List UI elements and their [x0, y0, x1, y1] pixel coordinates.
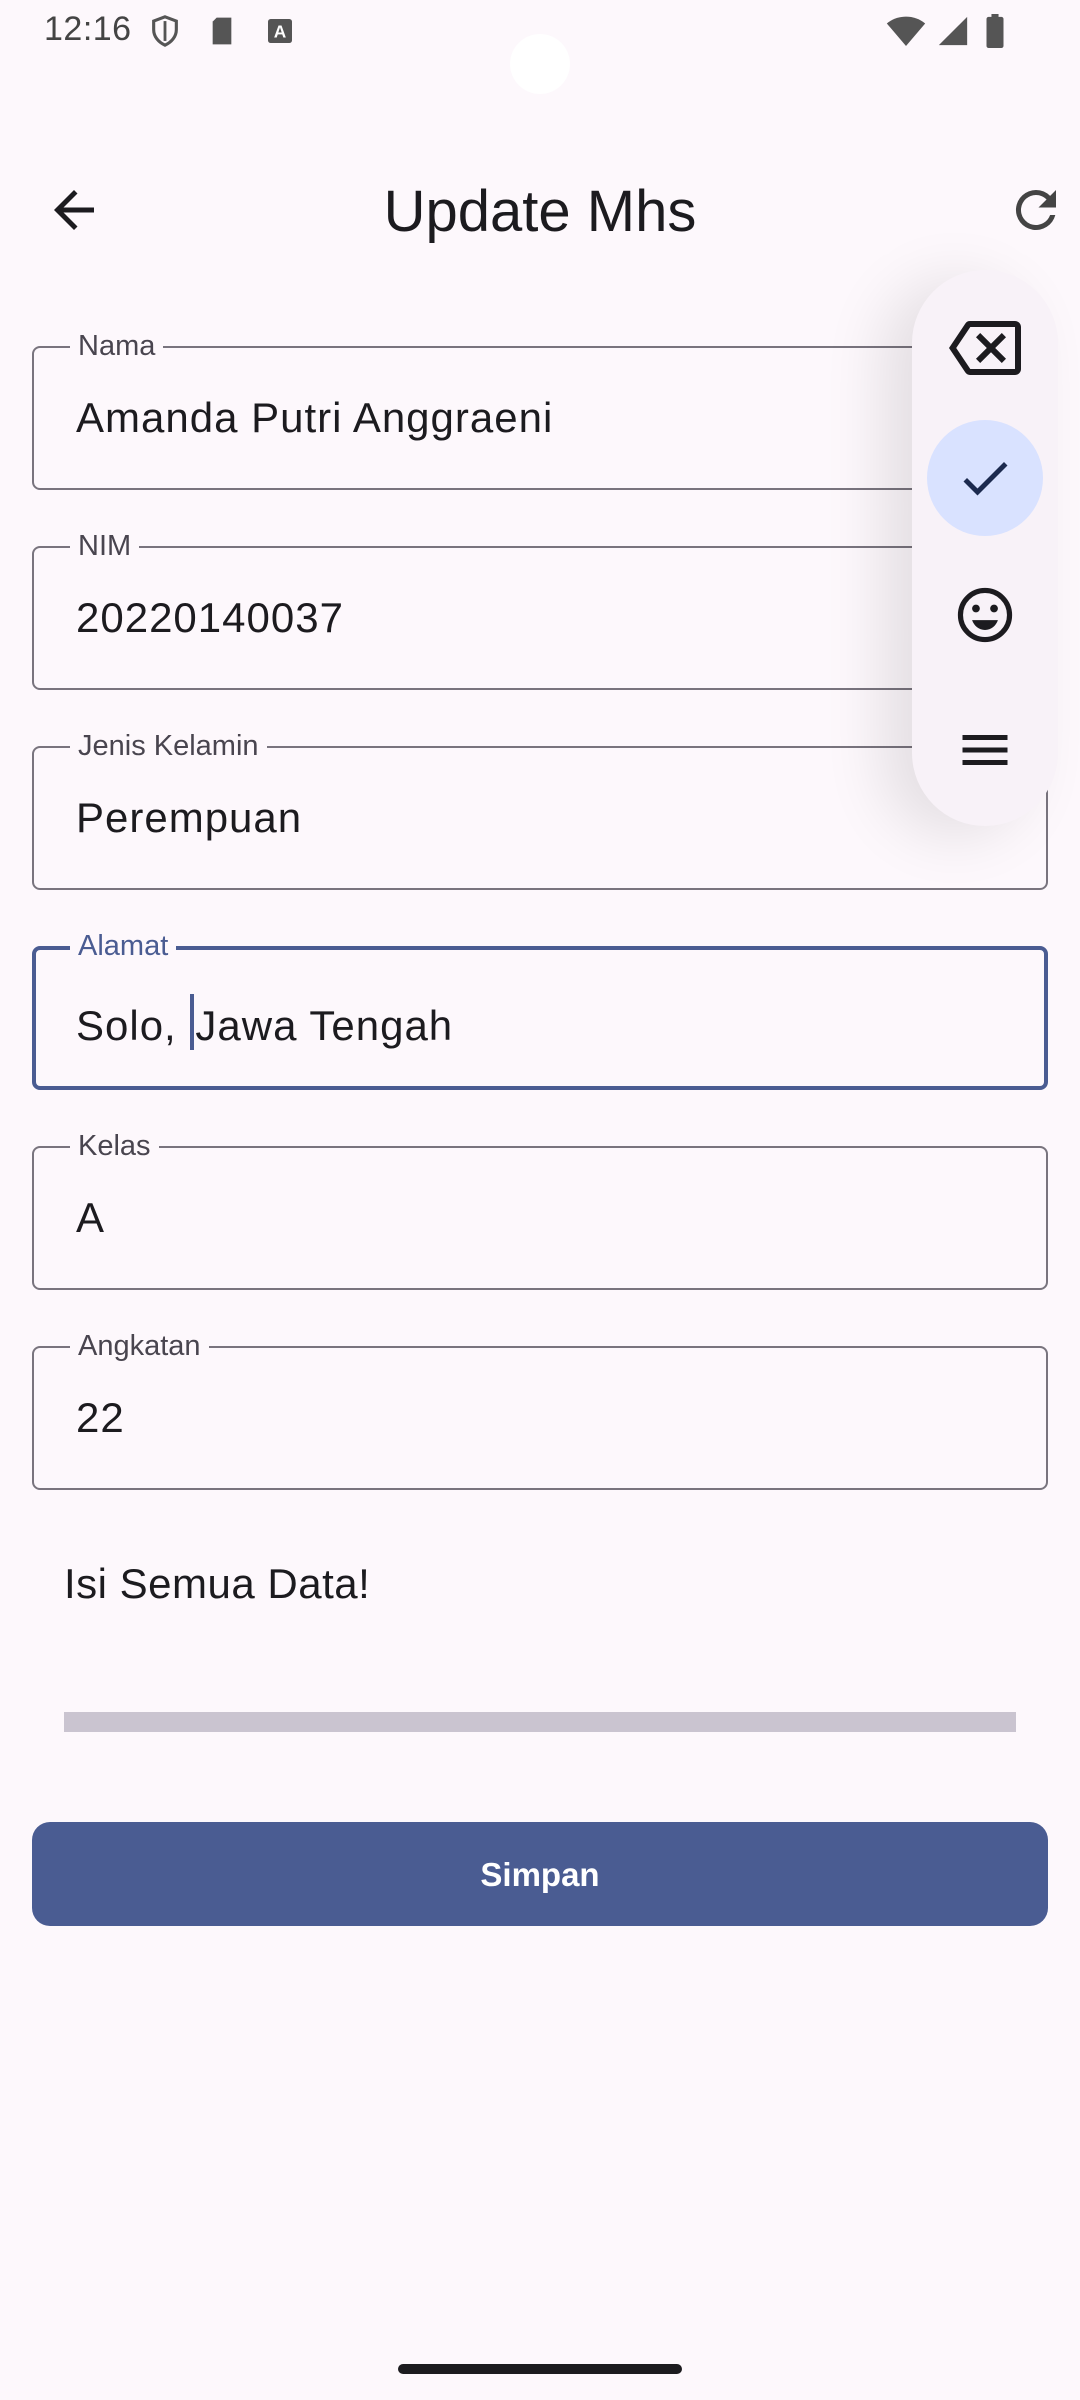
battery-icon [986, 14, 1004, 48]
nama-value: Amanda Putri Anggraeni [76, 394, 554, 441]
progress-bar [64, 1712, 1016, 1732]
keyboard-a-icon: A [268, 19, 292, 43]
page-title: Update Mhs [383, 179, 697, 244]
check-icon [963, 462, 1008, 496]
nim-value: 20220140037 [76, 594, 344, 641]
cell-signal-icon [938, 16, 968, 46]
menu-button[interactable] [927, 692, 1043, 808]
menu-icon [962, 735, 1008, 765]
kelas-field[interactable]: Kelas A [32, 1128, 1048, 1290]
jenis-kelamin-field[interactable]: Jenis Kelamin Perempuan [32, 728, 1048, 890]
backspace-icon [949, 321, 1021, 375]
wifi-icon [886, 16, 926, 46]
top-app-bar: Update Mhs [0, 150, 1080, 270]
jenis-kelamin-label: Jenis Kelamin [70, 728, 267, 764]
sd-card-icon [212, 17, 232, 45]
update-mhs-screen: 12:16 A Update Mhs Nama Amanda Putri Ang… [0, 0, 1080, 2400]
camera-cutout [510, 34, 570, 94]
navigation-handle[interactable] [398, 2364, 682, 2374]
backspace-button[interactable] [927, 290, 1043, 406]
svg-text:A: A [274, 22, 287, 42]
kelas-value: A [76, 1194, 106, 1241]
nama-label: Nama [70, 328, 164, 364]
validation-message: Isi Semua Data! [64, 1560, 371, 1607]
alamat-value: Solo, Jawa Tengah [76, 994, 453, 1050]
text-cursor [190, 994, 195, 1050]
confirm-button[interactable] [927, 420, 1043, 536]
emoji-button[interactable] [927, 557, 1043, 673]
alamat-label: Alamat [70, 928, 177, 964]
nim-label: NIM [70, 528, 140, 564]
jenis-kelamin-value: Perempuan [76, 794, 303, 841]
nim-field[interactable]: NIM 20220140037 [32, 528, 1048, 690]
alamat-value-before-cursor: Solo, [76, 1002, 190, 1049]
angkatan-label: Angkatan [70, 1328, 209, 1364]
alamat-value-after-cursor: Jawa Tengah [195, 1002, 454, 1049]
angkatan-field[interactable]: Angkatan 22 [32, 1328, 1048, 1490]
shield-icon [152, 15, 178, 47]
simpan-button[interactable]: Simpan [32, 1822, 1048, 1926]
refresh-icon[interactable] [1006, 180, 1066, 240]
angkatan-value: 22 [76, 1394, 125, 1441]
kelas-label: Kelas [70, 1128, 159, 1164]
floating-keyboard-toolbar [912, 270, 1058, 826]
status-time: 12:16 [44, 10, 132, 48]
alamat-field[interactable]: Alamat Solo, Jawa Tengah [32, 928, 1048, 1090]
emoji-icon [957, 587, 1013, 643]
nama-field[interactable]: Nama Amanda Putri Anggraeni [32, 328, 1048, 490]
